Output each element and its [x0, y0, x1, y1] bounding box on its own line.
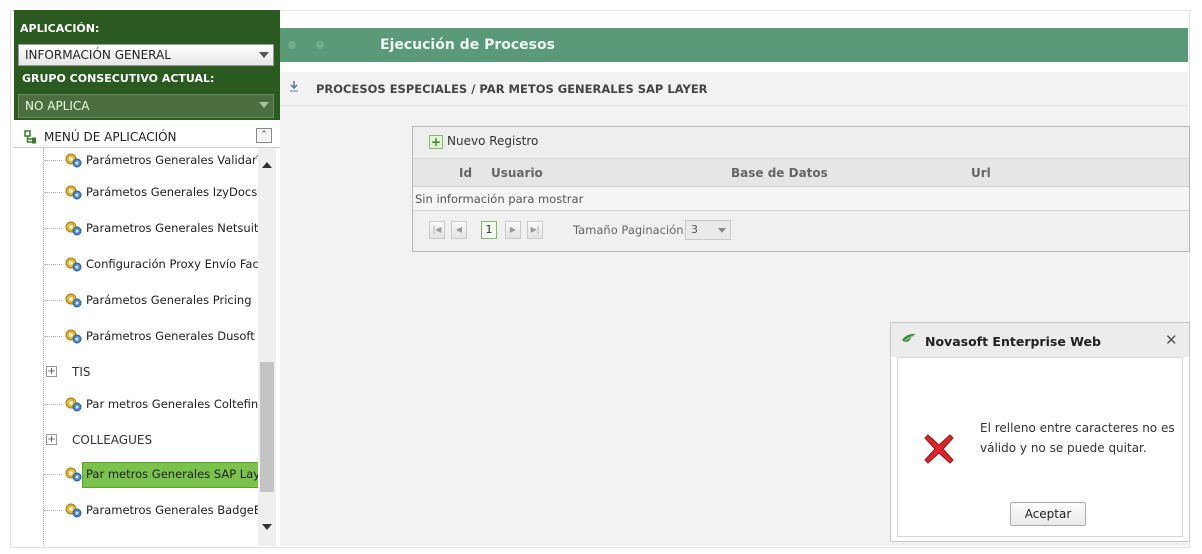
expand-icon[interactable]: + — [46, 366, 57, 377]
tree-item[interactable]: Parámetros Generales Dusoft — [14, 324, 258, 348]
tree-item[interactable]: Parámetos Generales IzyDocs — [14, 180, 258, 204]
app-label: APLICACIÓN: — [20, 22, 100, 35]
error-dialog: Novasoft Enterprise Web ✕ El relleno ent… — [890, 322, 1190, 542]
tree-connector-line — [44, 300, 62, 301]
tree-connector-line — [44, 510, 62, 511]
tree-item[interactable]: Par metros Generales Coltefina — [14, 392, 258, 416]
tree-item-label: Parámetos Generales IzyDocs — [86, 185, 258, 199]
process-gears-icon — [64, 396, 82, 412]
grid-toolbar: + Nuevo Registro — [413, 127, 1189, 159]
breadcrumb: PROCESOS ESPECIALES / PAR METOS GENERALE… — [280, 72, 1188, 106]
group-select-value: NO APLICA — [25, 99, 90, 113]
column-header-url[interactable]: Url — [971, 166, 991, 180]
process-gears-icon — [64, 220, 82, 236]
error-icon — [924, 434, 954, 464]
tree-group[interactable]: + TIS — [14, 360, 258, 384]
plus-icon: + — [429, 134, 443, 149]
empty-message: Sin información para mostrar — [415, 192, 584, 206]
tree-item[interactable]: Parámetos Generales Pricing — [14, 288, 258, 312]
process-gears-icon — [64, 184, 82, 200]
tree-scrollbar[interactable] — [258, 148, 276, 546]
process-gears-icon — [64, 152, 82, 168]
page-title: Ejecución de Procesos — [380, 37, 555, 53]
group-label: GRUPO CONSECUTIVO ACTUAL: — [22, 72, 215, 85]
app-select-value: INFORMACIÓN GENERAL — [25, 48, 171, 62]
main-header-bar: Ejecución de Procesos — [280, 28, 1188, 62]
window-dot-icon — [316, 41, 324, 49]
tree-menu-icon — [24, 130, 38, 148]
tree-item[interactable]: Parametros Generales Netsuite — [14, 216, 258, 240]
dialog-title: Novasoft Enterprise Web — [925, 334, 1101, 349]
first-page-button[interactable]: |◀ — [429, 221, 445, 239]
tree-connector-line — [44, 474, 62, 475]
tree-item[interactable]: Configuración Proxy Envío Fac — [14, 252, 258, 276]
column-header-base-datos[interactable]: Base de Datos — [731, 166, 828, 180]
page-size-label: Tamaño Paginación: — [573, 223, 688, 237]
tree-connector-line — [44, 336, 62, 337]
tree-connector-line — [44, 160, 62, 161]
tree-item-label: Parametros Generales Netsuite — [86, 221, 258, 235]
process-gears-icon — [64, 502, 82, 518]
grid-empty-row: Sin información para mostrar — [413, 187, 1189, 211]
chevron-down-icon — [259, 52, 269, 58]
scroll-thumb[interactable] — [260, 362, 274, 492]
column-header-id[interactable]: Id — [459, 166, 472, 180]
tree-item[interactable]: Parametros Generales BadgeB — [14, 498, 258, 522]
tree-connector-line — [44, 404, 62, 405]
dialog-body: El relleno entre caracteres no es válido… — [897, 357, 1183, 537]
data-grid: + Nuevo Registro Id Usuario Base de Datos… — [412, 126, 1190, 252]
menu-header[interactable]: MENÚ DE APLICACIÓN — [14, 126, 280, 148]
prev-page-button[interactable]: ◀ — [451, 221, 467, 239]
current-page[interactable]: 1 — [481, 221, 497, 239]
tree-item-label: Par metros Generales SAP Laye — [86, 467, 258, 481]
column-header-usuario[interactable]: Usuario — [491, 166, 543, 180]
accept-button[interactable]: Aceptar — [1010, 502, 1086, 526]
tree-connector-line — [44, 264, 62, 265]
chevron-down-icon — [718, 228, 726, 233]
next-page-button[interactable]: ▶ — [505, 221, 521, 239]
page-size-select[interactable]: 3 — [685, 220, 731, 240]
breadcrumb-text: PROCESOS ESPECIALES / PAR METOS GENERALE… — [316, 82, 708, 96]
last-page-button[interactable]: ▶| — [527, 221, 543, 239]
app-select[interactable]: INFORMACIÓN GENERAL — [18, 44, 274, 66]
tree-item[interactable]: Parámetros Generales ValidarT — [14, 148, 258, 172]
pager: |◀ ◀ 1 ▶ ▶| Tamaño Paginación: 3 — [413, 211, 1189, 251]
tree-item-label: Parámetros Generales ValidarT — [86, 153, 258, 167]
tree-item[interactable]: Par metros Generales SAP Laye — [14, 462, 258, 488]
tree-item-label: COLLEAGUES — [72, 433, 153, 447]
expand-icon[interactable]: + — [46, 434, 57, 445]
grid-header: Id Usuario Base de Datos Url — [413, 159, 1189, 187]
menu-tree: Parámetros Generales ValidarT Parámetos G… — [14, 148, 258, 546]
breadcrumb-icon — [288, 80, 300, 95]
close-icon[interactable]: ✕ — [1165, 331, 1178, 349]
menu-title: MENÚ DE APLICACIÓN — [44, 130, 177, 144]
process-gears-icon — [64, 256, 82, 272]
group-select[interactable]: NO APLICA — [18, 94, 274, 118]
tree-item-label: Par metros Generales Coltefina — [86, 397, 258, 411]
process-gears-icon — [64, 292, 82, 308]
tree-item-label: Parámetros Generales Dusoft — [86, 329, 255, 343]
app-logo-icon — [901, 332, 917, 350]
tree-item-label: TIS — [72, 365, 91, 379]
tree-connector-line — [44, 228, 62, 229]
process-gears-icon — [64, 466, 82, 482]
tree-group[interactable]: + COLLEAGUES — [14, 428, 258, 452]
window-dot-icon — [288, 41, 296, 49]
page-size-value: 3 — [691, 223, 698, 236]
scroll-down-icon[interactable] — [262, 524, 272, 530]
tree-item-label: Parametros Generales BadgeB — [86, 503, 258, 517]
process-gears-icon — [64, 328, 82, 344]
tree-item-label: Configuración Proxy Envío Fac — [86, 257, 258, 271]
collapse-button[interactable]: ⌃ — [256, 128, 272, 143]
chevron-down-icon — [259, 102, 269, 108]
scroll-up-icon[interactable] — [262, 162, 272, 168]
tree-item-label: Parámetos Generales Pricing — [86, 293, 252, 307]
dialog-header: Novasoft Enterprise Web ✕ — [891, 323, 1189, 357]
new-record-label: Nuevo Registro — [447, 134, 539, 148]
dialog-message: El relleno entre caracteres no es válido… — [980, 421, 1175, 455]
new-record-button[interactable]: + Nuevo Registro — [429, 134, 538, 152]
tree-connector-line — [44, 192, 62, 193]
